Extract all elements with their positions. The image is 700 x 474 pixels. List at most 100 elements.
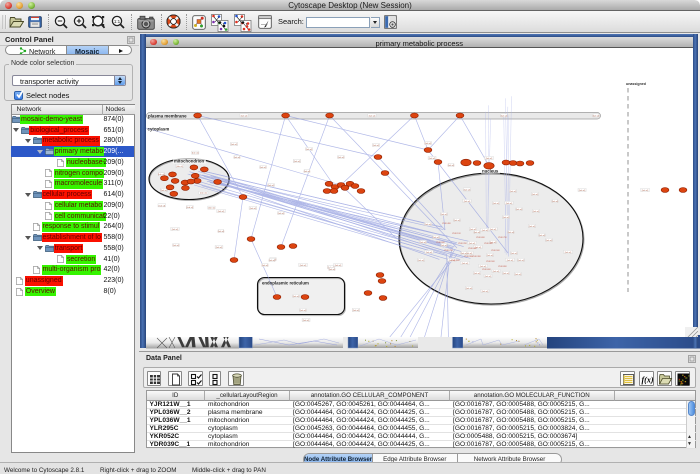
svg-text:[lab al]: [lab al]	[482, 291, 489, 293]
svg-text:[lab al]: [lab al]	[294, 161, 301, 163]
svg-text:[lab al]: [lab al]	[493, 203, 500, 205]
svg-text:[lab al]: [lab al]	[441, 245, 448, 247]
svg-text:[lab al]: [lab al]	[216, 247, 223, 249]
svg-text:[lab al]: [lab al]	[425, 224, 432, 226]
svg-text:[lab al]: [lab al]	[304, 171, 311, 173]
svg-text:[lab al]: [lab al]	[510, 191, 517, 193]
svg-text:[lab al]: [lab al]	[269, 260, 276, 262]
svg-text:[lab al]: [lab al]	[231, 144, 238, 146]
svg-text:[lab al]: [lab al]	[369, 115, 376, 117]
svg-text:[lab al]: [lab al]	[420, 242, 427, 244]
svg-text:[lab al]: [lab al]	[192, 153, 199, 155]
svg-text:[lab al]: [lab al]	[448, 165, 455, 167]
svg-text:[lab al]: [lab al]	[466, 288, 473, 290]
svg-text:[lab al]: [lab al]	[493, 271, 500, 273]
svg-text:[lab al]: [lab al]	[507, 260, 514, 262]
svg-text:plasma membrane: plasma membrane	[148, 113, 187, 118]
svg-text:YDR 2W: YDR 2W	[458, 243, 467, 245]
svg-text:[lab al]: [lab al]	[338, 157, 345, 159]
svg-text:[lab al]: [lab al]	[418, 260, 425, 262]
svg-text:[lab al]: [lab al]	[469, 243, 476, 245]
svg-text:[lab al]: [lab al]	[579, 190, 586, 192]
svg-text:[lab al]: [lab al]	[176, 166, 183, 168]
svg-text:[lab al]: [lab al]	[433, 237, 440, 239]
svg-text:[lab al]: [lab al]	[441, 214, 448, 216]
svg-text:[lab al]: [lab al]	[642, 190, 649, 192]
svg-text:[lab al]: [lab al]	[200, 193, 207, 195]
svg-text:[lab al]: [lab al]	[501, 115, 508, 117]
svg-text:[lab al]: [lab al]	[474, 273, 481, 275]
svg-text:YDR 6W: YDR 6W	[476, 237, 485, 239]
svg-text:[lab al]: [lab al]	[464, 201, 471, 203]
svg-text:[lab al]: [lab al]	[552, 201, 559, 203]
svg-text:YDR 7W: YDR 7W	[444, 250, 453, 252]
svg-text:[lab al]: [lab al]	[300, 265, 307, 267]
svg-text:[lab al]: [lab al]	[161, 190, 168, 192]
svg-text:unassigned: unassigned	[626, 82, 646, 86]
svg-text:YDR 5W: YDR 5W	[486, 261, 495, 263]
svg-text:[lab al]: [lab al]	[487, 255, 494, 257]
svg-text:[lab al]: [lab al]	[518, 260, 525, 262]
svg-text:[lab al]: [lab al]	[532, 194, 539, 196]
svg-text:[lab al]: [lab al]	[529, 226, 536, 228]
svg-text:YDR 5W: YDR 5W	[491, 250, 500, 252]
svg-text:[lab al]: [lab al]	[329, 269, 336, 271]
svg-text:[lab al]: [lab al]	[293, 296, 300, 298]
svg-text:YDR 4W: YDR 4W	[468, 248, 477, 250]
svg-text:[lab al]: [lab al]	[474, 232, 481, 234]
svg-text:YDR 4W: YDR 4W	[484, 243, 493, 245]
svg-text:[lab al]: [lab al]	[464, 189, 471, 191]
svg-text:[lab al]: [lab al]	[462, 263, 469, 265]
svg-text:YDR 7W: YDR 7W	[498, 237, 507, 239]
svg-text:[lab al]: [lab al]	[425, 143, 432, 145]
svg-text:[lab al]: [lab al]	[503, 273, 510, 275]
svg-text:[lab al]: [lab al]	[262, 265, 269, 267]
svg-text:[lab al]: [lab al]	[208, 208, 215, 210]
svg-text:[lab al]: [lab al]	[234, 157, 241, 159]
svg-text:[lab al]: [lab al]	[508, 232, 515, 234]
svg-text:[lab al]: [lab al]	[250, 208, 257, 210]
svg-text:[lab al]: [lab al]	[187, 207, 194, 209]
svg-text:YDR 5W: YDR 5W	[436, 242, 445, 244]
svg-text:[lab al]: [lab al]	[503, 217, 510, 219]
svg-text:[lab al]: [lab al]	[480, 266, 487, 268]
svg-text:[lab al]: [lab al]	[546, 240, 553, 242]
svg-text:[lab al]: [lab al]	[482, 230, 489, 232]
svg-text:[lab al]: [lab al]	[278, 213, 285, 215]
svg-text:mitochondrion: mitochondrion	[174, 159, 204, 164]
svg-text:cytoplasm: cytoplasm	[148, 127, 170, 132]
svg-text:[lab al]: [lab al]	[303, 320, 310, 322]
svg-text:[lab al]: [lab al]	[593, 115, 600, 117]
svg-text:[lab al]: [lab al]	[511, 253, 518, 255]
svg-text:[lab al]: [lab al]	[515, 274, 522, 276]
svg-text:[lab al]: [lab al]	[490, 229, 497, 231]
svg-text:[lab al]: [lab al]	[454, 220, 461, 222]
svg-text:[lab al]: [lab al]	[300, 310, 307, 312]
svg-text:[lab al]: [lab al]	[429, 158, 436, 160]
svg-text:[lab al]: [lab al]	[533, 211, 540, 213]
svg-text:[lab al]: [lab al]	[373, 145, 380, 147]
svg-text:[lab al]: [lab al]	[539, 235, 546, 237]
svg-text:[lab al]: [lab al]	[159, 205, 166, 207]
svg-text:[lab al]: [lab al]	[306, 149, 313, 151]
svg-text:YDR 3W: YDR 3W	[472, 256, 481, 258]
svg-text:[lab al]: [lab al]	[218, 231, 225, 233]
svg-text:[lab al]: [lab al]	[353, 310, 360, 312]
svg-text:[lab al]: [lab al]	[461, 253, 468, 255]
svg-text:[lab al]: [lab al]	[268, 185, 275, 187]
svg-text:YDR 4W: YDR 4W	[442, 223, 451, 225]
svg-text:[lab al]: [lab al]	[565, 252, 572, 254]
svg-text:YDR 6W: YDR 6W	[482, 269, 491, 271]
svg-text:[lab al]: [lab al]	[506, 203, 513, 205]
svg-text:endoplasmic reticulum: endoplasmic reticulum	[262, 281, 309, 286]
svg-text:YDR 1W: YDR 1W	[452, 233, 461, 235]
svg-text:[lab al]: [lab al]	[485, 276, 492, 278]
svg-text:[lab al]: [lab al]	[218, 211, 225, 213]
svg-text:[lab al]: [lab al]	[260, 167, 267, 169]
svg-text:[lab al]: [lab al]	[173, 245, 180, 247]
svg-text:YDR 6W: YDR 6W	[451, 260, 460, 262]
svg-text:[lab al]: [lab al]	[426, 252, 433, 254]
svg-text:[lab al]: [lab al]	[335, 265, 342, 267]
svg-text:[lab al]: [lab al]	[516, 209, 523, 211]
svg-text:[lab al]: [lab al]	[172, 229, 179, 231]
